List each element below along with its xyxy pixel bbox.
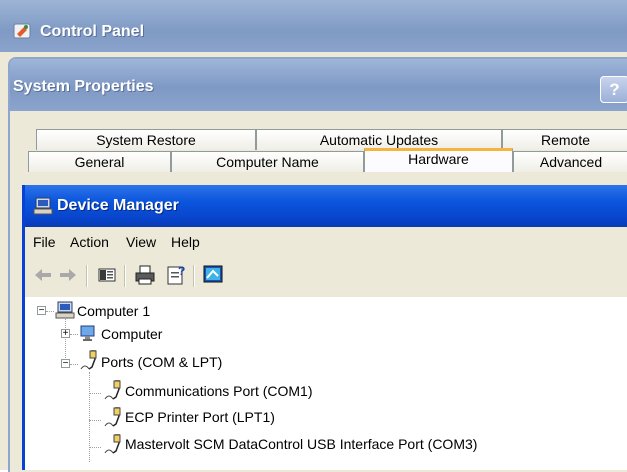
menu-view[interactable]: View	[126, 234, 156, 250]
tree-connector	[46, 311, 54, 312]
menu-help[interactable]: Help	[171, 234, 200, 250]
tree-connector	[89, 447, 101, 448]
show-hide-console-tree-icon[interactable]	[95, 263, 119, 287]
tab-automatic-updates[interactable]: Automatic Updates	[256, 129, 502, 150]
system-properties-title: System Properties	[13, 78, 154, 95]
control-panel-title: Control Panel	[40, 23, 145, 40]
tab-computer-name[interactable]: Computer Name	[171, 151, 364, 172]
expand-toggle[interactable]: +	[61, 329, 70, 339]
forward-arrow-icon[interactable]	[56, 263, 80, 287]
computer-icon	[55, 301, 75, 319]
tree-connector	[89, 393, 101, 394]
tree-connector	[70, 364, 78, 365]
device-manager-titlebar[interactable]: Device Manager	[25, 185, 627, 227]
toolbar: ?	[25, 255, 627, 298]
print-icon[interactable]	[133, 263, 157, 287]
collapse-toggle[interactable]: −	[37, 306, 46, 316]
port-connector-icon	[104, 434, 121, 454]
toolbar-separator	[86, 265, 88, 287]
tab-remote[interactable]: Remote	[502, 129, 627, 150]
svg-text:?: ?	[178, 264, 185, 278]
port-connector-icon	[104, 380, 121, 400]
properties-help-icon[interactable]: ?	[164, 263, 188, 287]
device-tree: − Computer 1 + Computer − Ports (COM & L…	[25, 297, 627, 470]
tree-item-ports[interactable]: Ports (COM & LPT)	[101, 352, 222, 372]
tree-item-lpt1[interactable]: ECP Printer Port (LPT1)	[125, 407, 275, 427]
tab-hardware[interactable]: Hardware	[364, 148, 513, 172]
monitor-icon	[80, 325, 95, 341]
tree-connector	[70, 334, 78, 335]
tree-item-com3[interactable]: Mastervolt SCM DataControl USB Interface…	[125, 434, 477, 454]
device-manager-icon	[33, 197, 53, 215]
tab-system-restore[interactable]: System Restore	[36, 129, 256, 150]
menu-bar: File Action View Help	[25, 227, 627, 255]
tree-item-com1[interactable]: Communications Port (COM1)	[125, 381, 313, 401]
port-connector-icon	[80, 350, 97, 370]
tree-item-root[interactable]: Computer 1	[77, 301, 150, 321]
tab-advanced[interactable]: Advanced	[513, 151, 627, 172]
control-panel-titlebar[interactable]: Control Panel	[0, 0, 627, 52]
control-panel-icon	[13, 23, 31, 39]
tree-item-computer[interactable]: Computer	[101, 324, 162, 344]
port-connector-icon	[104, 407, 121, 427]
back-arrow-icon[interactable]	[31, 263, 55, 287]
tree-connector	[89, 372, 90, 462]
device-manager-title: Device Manager	[57, 197, 179, 214]
menu-file[interactable]: File	[33, 234, 56, 250]
device-manager-window: Device Manager File Action View Help ? −…	[22, 185, 627, 470]
collapse-toggle[interactable]: −	[61, 359, 70, 369]
tab-general[interactable]: General	[28, 151, 171, 172]
toolbar-separator	[124, 265, 126, 287]
toolbar-separator	[193, 265, 195, 287]
menu-action[interactable]: Action	[70, 234, 109, 250]
system-properties-titlebar[interactable]: System Properties ?	[10, 59, 627, 111]
help-button[interactable]: ?	[600, 76, 627, 103]
computer-scan-icon[interactable]	[201, 263, 225, 287]
tree-connector	[89, 420, 101, 421]
